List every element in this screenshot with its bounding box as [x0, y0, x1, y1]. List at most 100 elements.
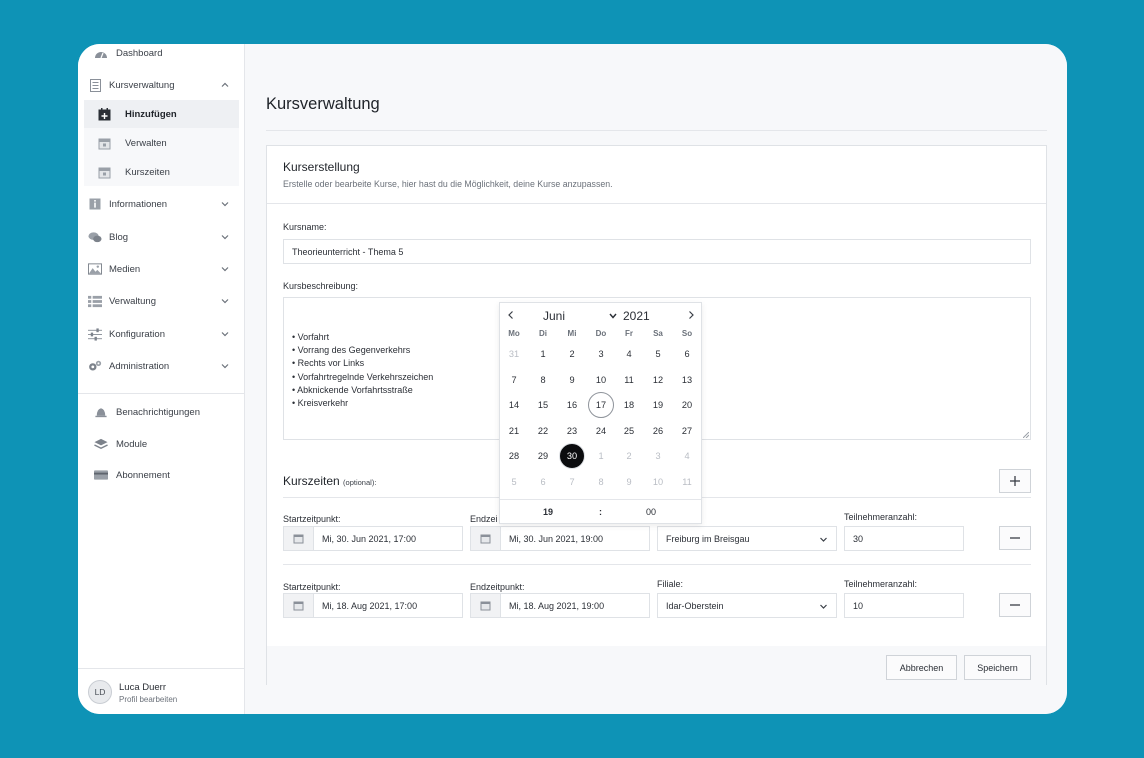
calendar-day[interactable]: 18 [616, 392, 642, 418]
teilnehmer-input[interactable]: 30 [844, 526, 964, 551]
start-label: Startzeitpunkt: [283, 582, 341, 592]
calendar-day[interactable]: 8 [530, 367, 556, 393]
calendar-day[interactable]: 11 [616, 367, 642, 393]
calendar-day[interactable]: 24 [588, 418, 614, 444]
calendar-day[interactable]: 1 [588, 443, 614, 469]
calendar-day[interactable]: 5 [501, 469, 527, 495]
card-subtitle: Erstelle oder bearbeite Kurse, hier hast… [283, 179, 613, 189]
calendar-day[interactable]: 16 [559, 392, 585, 418]
chevron-right-icon[interactable] [686, 310, 696, 320]
resize-handle-icon[interactable] [1023, 432, 1029, 438]
sidebar-item-verwaltung[interactable]: Verwaltung [84, 288, 240, 314]
list-item: • Rechts vor Links [292, 358, 365, 369]
sidebar-subitem-kurszeiten[interactable]: Kurszeiten [84, 158, 239, 186]
calendar-icon[interactable] [284, 594, 314, 617]
save-button[interactable]: Speichern [964, 655, 1031, 680]
calendar-day[interactable]: 7 [559, 469, 585, 495]
calendar-day[interactable]: 25 [616, 418, 642, 444]
calendar-day[interactable]: 13 [674, 367, 700, 393]
sidebar-item-medien[interactable]: Medien [84, 256, 240, 282]
sidebar-item-label: Benachrichtigungen [116, 406, 200, 418]
caret-down-icon[interactable] [609, 313, 617, 319]
end-label: Endzeitpunkt: [470, 582, 525, 592]
start-datetime-input[interactable]: Mi, 30. Jun 2021, 17:00 [283, 526, 463, 551]
month-select[interactable]: Juni [543, 309, 565, 323]
description-list: • Vorfahrt • Vorrang des Gegenverkehrs •… [292, 331, 433, 410]
calendar-day[interactable]: 5 [645, 341, 671, 367]
filiale-label: Filiale: [657, 579, 684, 589]
edit-profile-link[interactable]: Profil bearbeiten [119, 695, 177, 704]
sidebar-item-abonnement[interactable]: Abonnement [84, 462, 240, 488]
sidebar-item-informationen[interactable]: Informationen [84, 191, 240, 217]
calendar-icon[interactable] [471, 527, 501, 550]
minute-input[interactable]: 00 [646, 507, 656, 517]
calendar-day[interactable]: 21 [501, 418, 527, 444]
calendar-day[interactable]: 9 [559, 367, 585, 393]
gears-icon [88, 360, 102, 373]
calendar-day[interactable]: 26 [645, 418, 671, 444]
calendar-day[interactable]: 4 [616, 341, 642, 367]
calendar-icon[interactable] [471, 594, 501, 617]
calendar-day[interactable]: 6 [674, 341, 700, 367]
calendar-day[interactable]: 1 [530, 341, 556, 367]
chevron-left-icon[interactable] [506, 310, 516, 320]
sidebar-item-benachrichtigungen[interactable]: Benachrichtigungen [84, 399, 240, 425]
hour-input[interactable]: 19 [543, 507, 553, 517]
end-datetime-value: Mi, 18. Aug 2021, 19:00 [509, 601, 605, 611]
calendar-day[interactable]: 8 [588, 469, 614, 495]
calendar-day[interactable]: 15 [530, 392, 556, 418]
calendar-day[interactable]: 2 [559, 341, 585, 367]
sidebar-item-konfiguration[interactable]: Konfiguration [84, 321, 240, 347]
sidebar-subitem-label: Verwalten [125, 137, 167, 149]
calendar-day[interactable]: 7 [501, 367, 527, 393]
calendar-icon [98, 138, 111, 149]
minus-icon [1010, 604, 1020, 606]
filiale-select[interactable]: Freiburg im Breisgau [657, 526, 837, 551]
end-datetime-input[interactable]: Mi, 18. Aug 2021, 19:00 [470, 593, 650, 618]
remove-kurszeit-button[interactable] [999, 593, 1031, 617]
calendar-day[interactable]: 10 [588, 367, 614, 393]
calendar-day[interactable]: 19 [645, 392, 671, 418]
year-input[interactable]: 2021 [623, 309, 650, 323]
sidebar-subitem-hinzufuegen[interactable]: Hinzufügen [84, 100, 239, 128]
sidebar-item-module[interactable]: Module [84, 431, 240, 457]
calendar-day[interactable]: 10 [645, 469, 671, 495]
user-profile[interactable]: LD Luca Duerr Profil bearbeiten [78, 668, 245, 714]
calendar-day[interactable]: 30 [559, 443, 585, 469]
end-datetime-input[interactable]: Mi, 30. Jun 2021, 19:00 [470, 526, 650, 551]
sidebar-item-blog[interactable]: Blog [84, 224, 240, 250]
list-item: • Abknickende Vorfahrtsstraße [292, 384, 413, 395]
calendar-day[interactable]: 4 [674, 443, 700, 469]
calendar-day[interactable]: 28 [501, 443, 527, 469]
sidebar-subitem-verwalten[interactable]: Verwalten [84, 129, 239, 157]
calendar-day[interactable]: 22 [530, 418, 556, 444]
filiale-select[interactable]: Idar-Oberstein [657, 593, 837, 618]
cancel-button[interactable]: Abbrechen [886, 655, 957, 680]
calendar-day[interactable]: 6 [530, 469, 556, 495]
teilnehmer-input[interactable]: 10 [844, 593, 964, 618]
kurszeiten-title: Kurszeiten (optional): [283, 474, 376, 488]
calendar-day[interactable]: 14 [501, 392, 527, 418]
calendar-day[interactable]: 11 [674, 469, 700, 495]
start-datetime-input[interactable]: Mi, 18. Aug 2021, 17:00 [283, 593, 463, 618]
calendar-day[interactable]: 9 [616, 469, 642, 495]
calendar-day[interactable]: 2 [616, 443, 642, 469]
filiale-value: Freiburg im Breisgau [666, 534, 750, 544]
add-kurszeit-button[interactable] [999, 469, 1031, 493]
calendar-day[interactable]: 3 [588, 341, 614, 367]
calendar-day[interactable]: 12 [645, 367, 671, 393]
calendar-day[interactable]: 27 [674, 418, 700, 444]
calendar-icon[interactable] [284, 527, 314, 550]
remove-kurszeit-button[interactable] [999, 526, 1031, 550]
calendar-day[interactable]: 17 [588, 392, 614, 418]
calendar-day[interactable]: 23 [559, 418, 585, 444]
calendar-day[interactable]: 31 [501, 341, 527, 367]
sidebar-item-dashboard[interactable]: Dashboard [84, 44, 240, 66]
calendar-day[interactable]: 29 [530, 443, 556, 469]
sidebar-item-kursverwaltung[interactable]: Kursverwaltung [84, 72, 240, 98]
kursname-input[interactable]: Theorieunterricht - Thema 5 [283, 239, 1031, 264]
sidebar-item-administration[interactable]: Administration [84, 353, 240, 379]
calendar-day[interactable]: 20 [674, 392, 700, 418]
date-picker-popup: Juni 2021 Mo Di Mi Do Fr Sa So 31 1 2 3 4 5 6 7 8 9 10 11 1… [499, 302, 702, 524]
calendar-day[interactable]: 3 [645, 443, 671, 469]
